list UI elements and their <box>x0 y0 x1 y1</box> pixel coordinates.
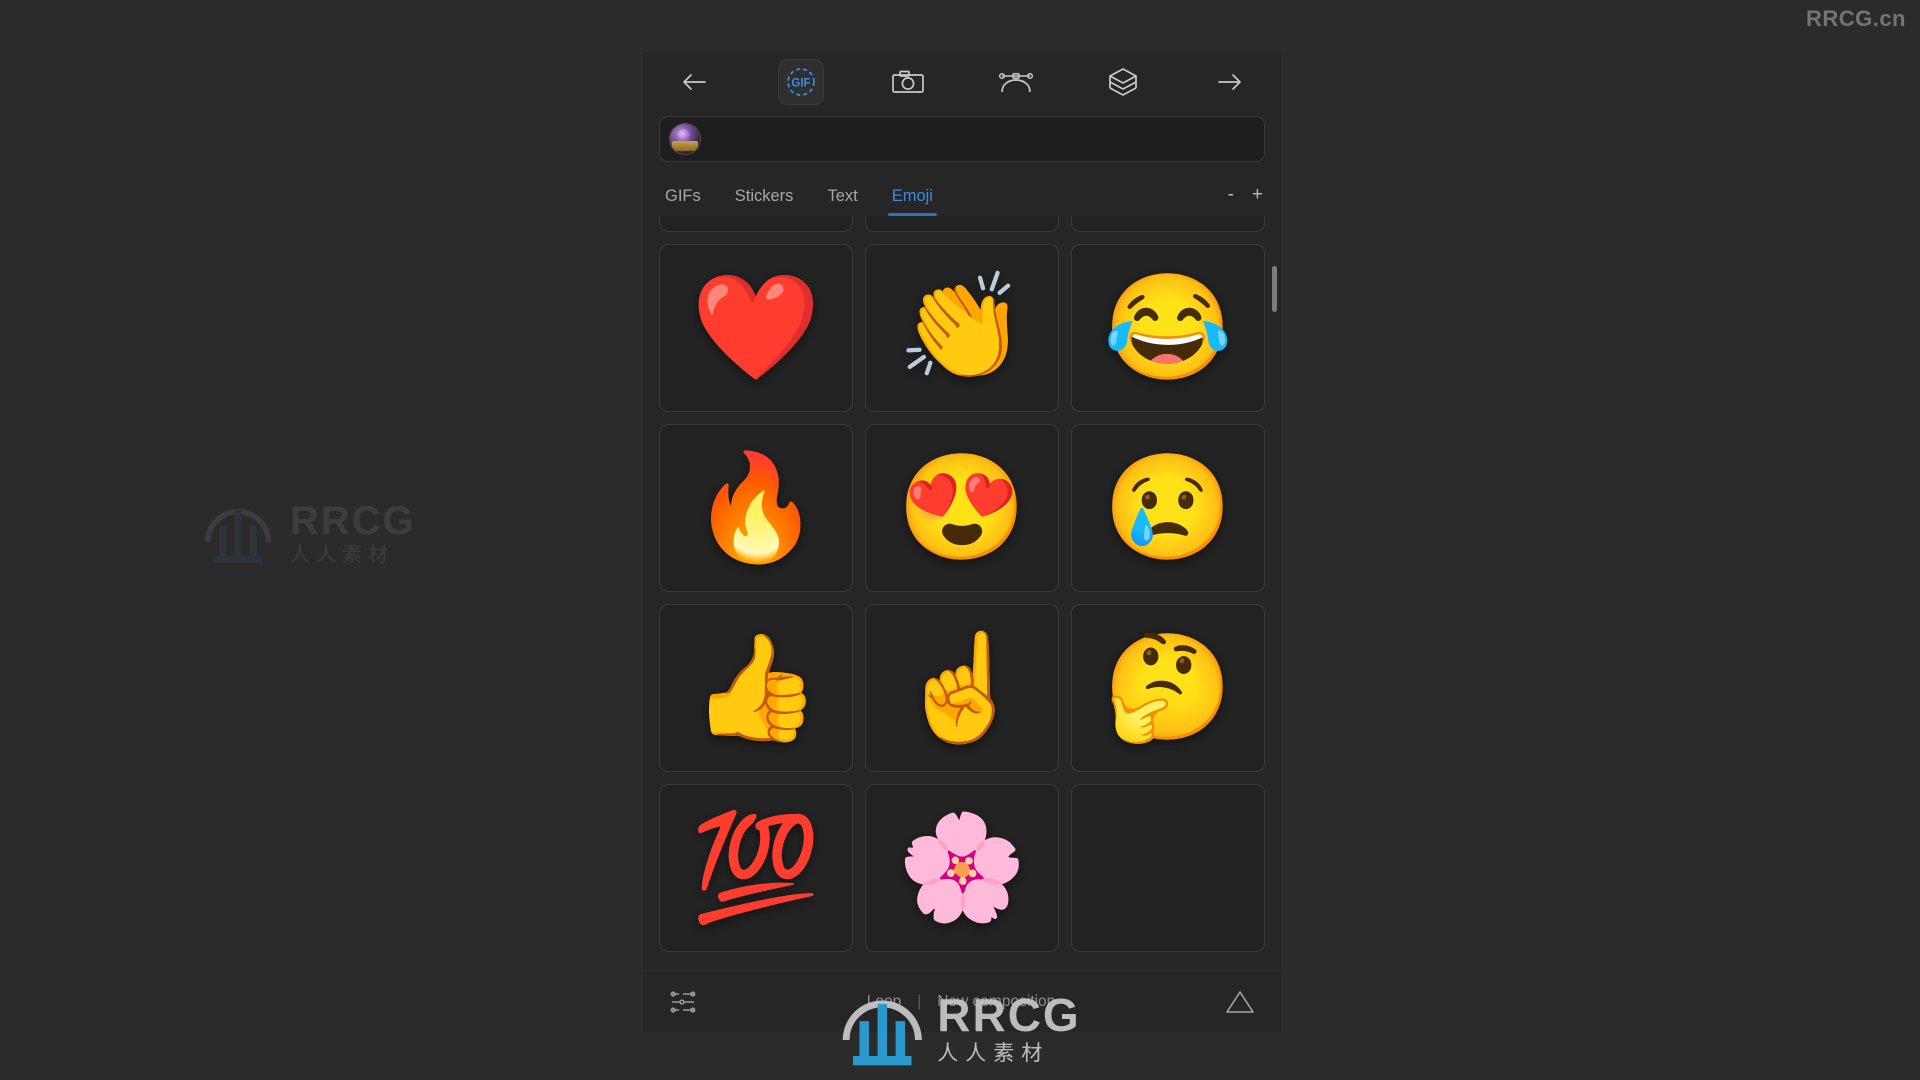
forward-arrow-icon[interactable] <box>1207 59 1253 105</box>
gif-emoji-panel: GIF GIFs Stickers Text Emoji - + ❤️ 👏 😂 … <box>643 52 1281 1032</box>
loop-label[interactable]: Loop <box>867 993 901 1011</box>
emoji-glyph: 👏 <box>897 270 1027 386</box>
watermark-left-brand: RRCG <box>290 499 416 543</box>
category-tabbar: GIFs Stickers Text Emoji - + <box>643 172 1281 216</box>
search-bar[interactable] <box>659 116 1265 162</box>
emoji-cell-empty-3[interactable] <box>1071 216 1265 232</box>
tab-text[interactable]: Text <box>827 187 857 216</box>
rrcg-logo-icon <box>200 495 276 571</box>
search-bar-container <box>643 112 1281 162</box>
emoji-glyph: ☝️ <box>897 630 1027 746</box>
emoji-cell-cherry-blossom[interactable]: 🌸 <box>865 784 1059 952</box>
emoji-cell-hundred-points[interactable]: 💯 <box>659 784 853 952</box>
new-composition-label[interactable]: New composition <box>937 993 1055 1011</box>
emoji-cell-face-tears-of-joy[interactable]: 😂 <box>1071 244 1265 412</box>
emoji-cell-crying-face[interactable]: 😢 <box>1071 424 1265 592</box>
emoji-grid: ❤️ 👏 😂 🔥 😍 😢 👍 ☝️ 🤔 💯 🌸 <box>659 216 1265 952</box>
emoji-cell-fire[interactable]: 🔥 <box>659 424 853 592</box>
triangle-icon[interactable] <box>1225 989 1255 1015</box>
watermark-left-brand-cn: 人人素材 <box>290 544 394 566</box>
svg-text:GIF: GIF <box>792 78 811 90</box>
layers-cube-icon[interactable] <box>1100 59 1146 105</box>
bezier-curve-icon[interactable] <box>993 59 1039 105</box>
bottom-toolbar: Loop | New composition <box>643 970 1281 1032</box>
project-thumbnail-avatar[interactable] <box>670 124 700 154</box>
watermark-left-text: RRCG 人人素材 <box>290 501 416 565</box>
emoji-cell-smiling-face-hearts[interactable]: 😍 <box>865 424 1059 592</box>
emoji-grid-scrollbar[interactable] <box>1272 226 1277 960</box>
zoom-out-button[interactable]: - <box>1226 185 1236 204</box>
emoji-glyph: 😍 <box>897 450 1027 566</box>
app-screenshot: RRCG.cn RRCG 人人素材 GIF GIFs Stickers Text… <box>0 0 1920 1080</box>
watermark-top-right: RRCG.cn <box>1805 6 1906 31</box>
emoji-glyph: 🌸 <box>897 810 1027 926</box>
search-input[interactable] <box>710 130 1254 148</box>
tab-gifs[interactable]: GIFs <box>665 187 701 216</box>
emoji-cell-index-pointing-up[interactable]: ☝️ <box>865 604 1059 772</box>
emoji-grid-scroll-area[interactable]: ❤️ 👏 😂 🔥 😍 😢 👍 ☝️ 🤔 💯 🌸 <box>643 216 1281 970</box>
emoji-grid-scrollbar-thumb[interactable] <box>1272 266 1277 312</box>
emoji-cell-thumbs-up[interactable]: 👍 <box>659 604 853 772</box>
emoji-cell-empty-4[interactable] <box>1071 784 1265 952</box>
emoji-cell-thinking-face[interactable]: 🤔 <box>1071 604 1265 772</box>
emoji-cell-red-heart[interactable]: ❤️ <box>659 244 853 412</box>
tab-emoji[interactable]: Emoji <box>887 187 938 216</box>
category-tabs: GIFs Stickers Text Emoji <box>665 172 938 216</box>
emoji-glyph: 🔥 <box>691 450 821 566</box>
emoji-cell-empty-1[interactable] <box>659 216 853 232</box>
top-toolbar: GIF <box>643 52 1281 112</box>
emoji-glyph: 💯 <box>691 810 821 926</box>
sliders-icon[interactable] <box>669 989 697 1015</box>
tab-stickers[interactable]: Stickers <box>735 187 794 216</box>
gif-icon[interactable]: GIF <box>778 59 825 105</box>
watermark-center-brand-cn: 人人素材 <box>937 1042 1050 1065</box>
zoom-controls: - + <box>1226 185 1265 216</box>
emoji-glyph: 😢 <box>1103 450 1233 566</box>
camera-icon[interactable] <box>885 59 931 105</box>
emoji-glyph: ❤️ <box>691 270 821 386</box>
status-separator: | <box>917 992 922 1010</box>
emoji-cell-clapping-hands[interactable]: 👏 <box>865 244 1059 412</box>
emoji-glyph: 😂 <box>1103 270 1233 386</box>
composition-status: Loop | New composition <box>867 993 1056 1011</box>
watermark-left: RRCG 人人素材 <box>200 495 416 571</box>
back-arrow-icon[interactable] <box>671 59 717 105</box>
emoji-cell-empty-2[interactable] <box>865 216 1059 232</box>
zoom-in-button[interactable]: + <box>1250 185 1265 204</box>
emoji-glyph: 👍 <box>691 630 821 746</box>
emoji-glyph: 🤔 <box>1103 630 1233 746</box>
